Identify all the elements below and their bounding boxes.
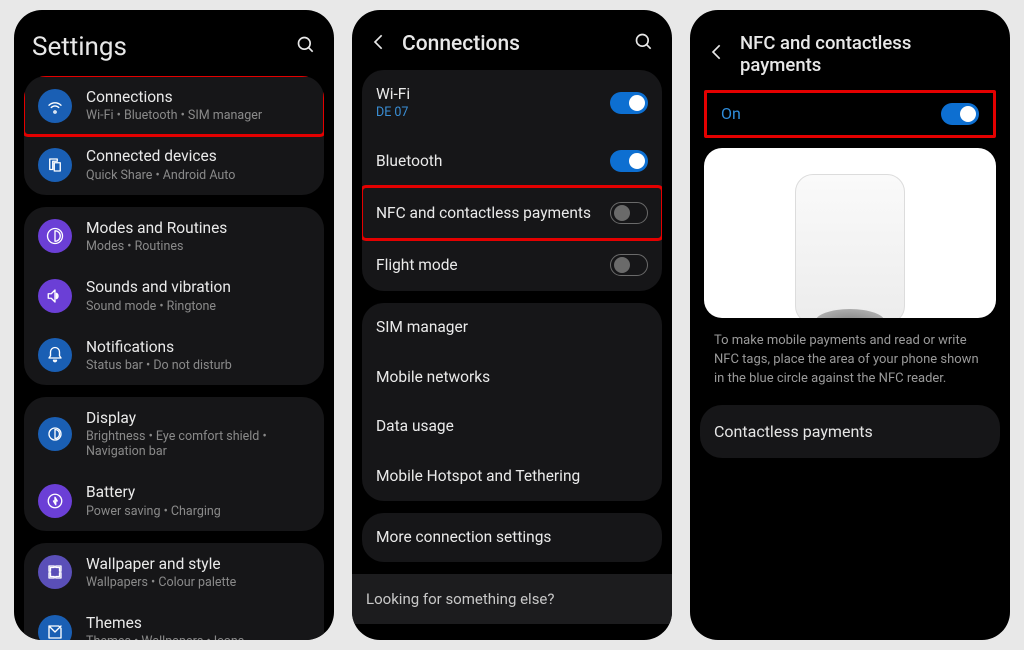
settings-row-display[interactable]: DisplayBrightness • Eye comfort shield •…	[24, 397, 324, 471]
row-title: Connected devices	[86, 147, 310, 166]
connections-row-sim-manager[interactable]: SIM manager	[362, 303, 662, 352]
settings-row-connections[interactable]: ConnectionsWi-Fi • Bluetooth • SIM manag…	[24, 76, 324, 135]
settings-row-themes[interactable]: ThemesThemes • Wallpapers • Icons	[24, 602, 324, 640]
connections-row-mobile-networks[interactable]: Mobile networks	[362, 353, 662, 402]
row-title: More connection settings	[376, 528, 648, 547]
row-title: Wi-Fi	[376, 85, 596, 104]
row-title: Mobile Hotspot and Tethering	[376, 467, 648, 486]
settings-row-wallpaper-and-style[interactable]: Wallpaper and styleWallpapers • Colour p…	[24, 543, 324, 602]
connections-header: Connections	[352, 10, 672, 70]
row-subtitle: Status bar • Do not disturb	[86, 358, 310, 373]
nfc-illustration	[704, 148, 996, 318]
modes-icon	[38, 219, 72, 253]
row-title: Modes and Routines	[86, 219, 310, 238]
back-icon[interactable]	[370, 32, 390, 56]
settings-row-sounds-and-vibration[interactable]: Sounds and vibration Sound mode • Rington…	[24, 266, 324, 325]
row-title: Display	[86, 409, 310, 428]
nfc-description: To make mobile payments and read or writ…	[700, 332, 1000, 405]
row-subtitle: Wallpapers • Colour palette	[86, 575, 310, 590]
nfc-toggle[interactable]	[941, 103, 979, 125]
back-icon[interactable]	[708, 42, 728, 66]
connections-screen: Connections Wi-FiDE 07 Bluetooth NFC and c…	[352, 10, 672, 640]
row-title: Wallpaper and style	[86, 555, 310, 574]
search-icon[interactable]	[296, 35, 316, 59]
row-title: Sounds and vibration	[86, 278, 310, 297]
nfc-screen: NFC and contactless payments On To make …	[690, 10, 1010, 640]
row-subtitle: Sound mode • Ringtone	[86, 299, 310, 314]
settings-row-notifications[interactable]: NotificationsStatus bar • Do not disturb	[24, 326, 324, 385]
sound-icon	[38, 279, 72, 313]
connections-row-more-connection-settings[interactable]: More connection settings	[362, 513, 662, 562]
battery-icon	[38, 484, 72, 518]
row-title: Mobile networks	[376, 368, 648, 387]
settings-header: Settings	[14, 10, 334, 76]
toggle[interactable]	[610, 150, 648, 172]
settings-row-modes-and-routines[interactable]: Modes and RoutinesModes • Routines	[24, 207, 324, 266]
row-title: Data usage	[376, 417, 648, 436]
settings-row-connected-devices[interactable]: Connected devices Quick Share • Android A…	[24, 135, 324, 194]
settings-screen: Settings ConnectionsWi-Fi • Bluetooth • …	[14, 10, 334, 640]
connections-row-wi-fi[interactable]: Wi-FiDE 07	[362, 70, 662, 135]
notif-icon	[38, 338, 72, 372]
nfc-toggle-label: On	[721, 104, 741, 124]
page-title: Connections	[402, 32, 622, 56]
display-icon	[38, 417, 72, 451]
search-icon[interactable]	[634, 32, 654, 56]
row-subtitle: Modes • Routines	[86, 239, 310, 254]
devices-icon	[38, 148, 72, 182]
connections-row-data-usage[interactable]: Data usage	[362, 402, 662, 451]
row-subtitle: Brightness • Eye comfort shield • Naviga…	[86, 429, 310, 459]
row-subtitle: Themes • Wallpapers • Icons	[86, 634, 310, 640]
toggle[interactable]	[610, 254, 648, 276]
row-subtitle: Wi-Fi • Bluetooth • SIM manager	[86, 108, 310, 123]
row-title: Notifications	[86, 338, 310, 357]
themes-icon	[38, 615, 72, 640]
looking-for-something[interactable]: Looking for something else?	[352, 574, 672, 624]
connections-row-nfc-and-contactless-payments[interactable]: NFC and contactless payments	[362, 187, 662, 239]
row-subtitle: Quick Share • Android Auto	[86, 168, 310, 183]
wifi-icon	[38, 89, 72, 123]
row-title: Connections	[86, 88, 310, 107]
nfc-header: NFC and contactless payments	[690, 10, 1010, 90]
connections-row-bluetooth[interactable]: Bluetooth	[362, 135, 662, 187]
toggle[interactable]	[610, 202, 648, 224]
contactless-payments-row[interactable]: Contactless payments	[700, 405, 1000, 458]
row-title: Flight mode	[376, 256, 596, 275]
row-title: Battery	[86, 483, 310, 502]
row-title: SIM manager	[376, 318, 648, 337]
wallpaper-icon	[38, 555, 72, 589]
page-title: NFC and contactless payments	[740, 32, 992, 76]
row-title: NFC and contactless payments	[376, 204, 596, 223]
connections-row-mobile-hotspot-and-tethering[interactable]: Mobile Hotspot and Tethering	[362, 452, 662, 501]
connections-row-flight-mode[interactable]: Flight mode	[362, 239, 662, 291]
row-title: Themes	[86, 614, 310, 633]
row-subtitle: Power saving • Charging	[86, 504, 310, 519]
toggle[interactable]	[610, 92, 648, 114]
page-title: Settings	[32, 32, 284, 62]
settings-row-battery[interactable]: Battery Power saving • Charging	[24, 471, 324, 530]
row-subtitle: DE 07	[376, 105, 596, 120]
nfc-toggle-row[interactable]: On	[704, 90, 996, 138]
row-title: Bluetooth	[376, 152, 596, 171]
